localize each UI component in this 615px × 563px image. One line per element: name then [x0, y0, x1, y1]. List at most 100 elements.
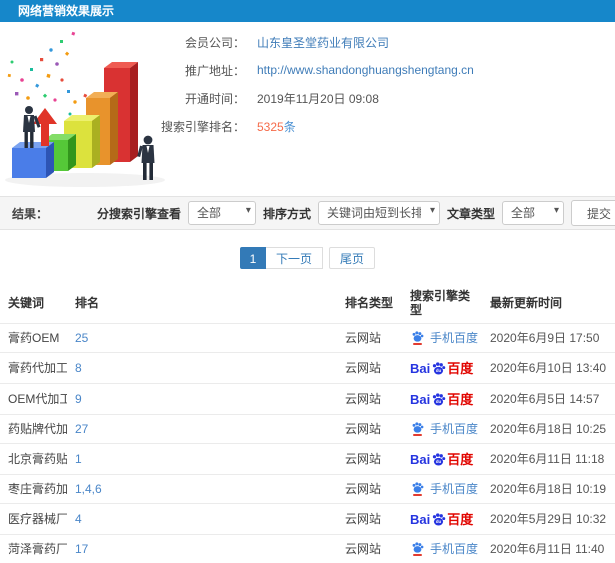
- result-label: 结果：: [12, 205, 48, 222]
- engine-filter-label: 分搜索引擎查看: [97, 205, 181, 222]
- businessman-right: [137, 136, 154, 180]
- rank-unit: 条: [284, 120, 296, 134]
- svg-text:du: du: [436, 399, 442, 404]
- rank-link[interactable]: 8: [67, 353, 337, 384]
- sort-filter-select[interactable]: 关键词由短到长排序: [318, 201, 440, 225]
- rank-type-cell: 云网站: [337, 504, 402, 535]
- sort-filter-label: 排序方式: [263, 205, 311, 222]
- open-time-row: 开通时间： 2019年11月20日 09:08: [150, 84, 474, 112]
- page-next-button[interactable]: 下一页: [266, 247, 323, 269]
- keyword-ranking-table: 关键词 排名 排名类型 搜索引擎类型 最新更新时间 膏药OEM 25 云网站: [0, 283, 615, 563]
- engine-type-cell: 手机百度: [402, 324, 482, 353]
- baidu-paw-icon: du: [431, 453, 446, 469]
- engine-type-cell: Bai du 百度: [402, 504, 482, 535]
- rank-count: 5325: [257, 120, 284, 134]
- keyword-cell: 菏泽膏药厂家: [0, 535, 67, 563]
- keyword-cell: 枣庄膏药加工: [0, 475, 67, 504]
- mobile-baidu-icon: [410, 542, 425, 556]
- updated-time-cell: 2020年6月18日 10:25: [482, 415, 615, 444]
- svg-text:du: du: [436, 368, 442, 373]
- engine-rank-label: 搜索引擎排名：: [150, 118, 245, 135]
- mobile-baidu-icon: [410, 331, 425, 345]
- keyword-cell: OEM代加工: [0, 384, 67, 415]
- table-row: 膏药代加工 8 云网站: [0, 353, 615, 384]
- pagination: 1 下一页 尾页: [0, 247, 615, 271]
- filter-controls: 分搜索引擎查看 全部 排序方式 关键词由短到长排序 文章类型 全部 提交: [97, 200, 603, 226]
- mobile-baidu-icon: [410, 482, 425, 496]
- svg-text:du: du: [436, 459, 442, 464]
- open-time-value: 2019年11月20日 09:08: [257, 90, 379, 107]
- mobile-baidu-icon: [410, 422, 425, 436]
- member-company-row: 会员公司： 山东皇圣堂药业有限公司: [150, 28, 474, 56]
- rank-link[interactable]: 1,4,6: [67, 475, 337, 504]
- baidu-logo-badge: Bai du 百度: [410, 451, 473, 467]
- promo-url-label: 推广地址：: [150, 62, 245, 79]
- promo-url-row: 推广地址： http://www.shandonghuangshengtang.…: [150, 56, 474, 84]
- mobile-baidu-badge: 手机百度: [410, 331, 478, 345]
- submit-button[interactable]: 提交: [571, 200, 615, 226]
- rank-type-cell: 云网站: [337, 324, 402, 353]
- col-updated: 最新更新时间: [482, 283, 615, 324]
- rank-link[interactable]: 1: [67, 444, 337, 475]
- col-rank-type: 排名类型: [337, 283, 402, 324]
- rank-link[interactable]: 25: [67, 324, 337, 353]
- table-header-row: 关键词 排名 排名类型 搜索引擎类型 最新更新时间: [0, 283, 615, 324]
- col-keyword: 关键词: [0, 283, 67, 324]
- updated-time-cell: 2020年6月18日 10:19: [482, 475, 615, 504]
- keyword-cell: 医疗器械厂家: [0, 504, 67, 535]
- updated-time-cell: 2020年6月11日 11:40: [482, 535, 615, 563]
- keyword-cell: 膏药OEM: [0, 324, 67, 353]
- keyword-cell: 膏药代加工: [0, 353, 67, 384]
- table-row: 菏泽膏药厂家 17 云网站 手机百度: [0, 535, 615, 563]
- table-row: OEM代加工 9 云网站: [0, 384, 615, 415]
- page-last-button[interactable]: 尾页: [329, 247, 375, 269]
- rank-type-cell: 云网站: [337, 535, 402, 563]
- rank-type-cell: 云网站: [337, 444, 402, 475]
- updated-time-cell: 2020年6月11日 11:18: [482, 444, 615, 475]
- businessman-left: [23, 106, 41, 148]
- engine-type-cell: Bai du 百度: [402, 384, 482, 415]
- rank-link[interactable]: 27: [67, 415, 337, 444]
- col-engine-type: 搜索引擎类型: [402, 283, 482, 324]
- page-title: 网络营销效果展示: [18, 4, 114, 18]
- table-row: 膏药OEM 25 云网站 手机百度: [0, 324, 615, 353]
- article-type-select[interactable]: 全部: [502, 201, 564, 225]
- engine-type-cell: 手机百度: [402, 415, 482, 444]
- baidu-paw-icon: du: [431, 393, 446, 409]
- keyword-cell: 药贴牌代加工: [0, 415, 67, 444]
- keyword-cell: 北京膏药贴牌: [0, 444, 67, 475]
- table-row: 枣庄膏药加工 1,4,6 云网站 手机百度: [0, 475, 615, 504]
- rank-link[interactable]: 9: [67, 384, 337, 415]
- rank-link[interactable]: 4: [67, 504, 337, 535]
- baidu-logo-badge: Bai du 百度: [410, 391, 473, 407]
- rank-type-cell: 云网站: [337, 475, 402, 504]
- updated-time-cell: 2020年6月9日 17:50: [482, 324, 615, 353]
- engine-type-cell: 手机百度: [402, 535, 482, 563]
- engine-filter-select[interactable]: 全部: [188, 201, 256, 225]
- col-rank: 排名: [67, 283, 337, 324]
- engine-type-cell: Bai du 百度: [402, 353, 482, 384]
- updated-time-cell: 2020年6月5日 14:57: [482, 384, 615, 415]
- member-company-link[interactable]: 山东皇圣堂药业有限公司: [257, 34, 389, 51]
- page-current[interactable]: 1: [240, 247, 266, 269]
- filter-bar: 结果： 分搜索引擎查看 全部 排序方式 关键词由短到长排序 文章类型 全部 提交: [0, 196, 615, 230]
- company-info-section: 会员公司： 山东皇圣堂药业有限公司 推广地址： http://www.shand…: [0, 22, 615, 196]
- table-row: 医疗器械厂家 4 云网站: [0, 504, 615, 535]
- open-time-label: 开通时间：: [150, 90, 245, 107]
- updated-time-cell: 2020年6月10日 13:40: [482, 353, 615, 384]
- rank-type-cell: 云网站: [337, 415, 402, 444]
- table-row: 药贴牌代加工 27 云网站 手机百度: [0, 415, 615, 444]
- baidu-logo-badge: Bai du 百度: [410, 360, 473, 376]
- engine-type-cell: 手机百度: [402, 475, 482, 504]
- baidu-paw-icon: du: [431, 513, 446, 529]
- engine-rank-row: 搜索引擎排名： 5325条: [150, 112, 474, 140]
- rank-type-cell: 云网站: [337, 384, 402, 415]
- article-type-label: 文章类型: [447, 205, 495, 222]
- baidu-logo-badge: Bai du 百度: [410, 511, 473, 527]
- promo-url-link[interactable]: http://www.shandonghuangshengtang.cn: [257, 63, 474, 77]
- rank-link[interactable]: 17: [67, 535, 337, 563]
- mobile-baidu-badge: 手机百度: [410, 542, 478, 556]
- company-info-list: 会员公司： 山东皇圣堂药业有限公司 推广地址： http://www.shand…: [150, 28, 474, 140]
- member-company-label: 会员公司：: [150, 34, 245, 51]
- mobile-baidu-badge: 手机百度: [410, 422, 478, 436]
